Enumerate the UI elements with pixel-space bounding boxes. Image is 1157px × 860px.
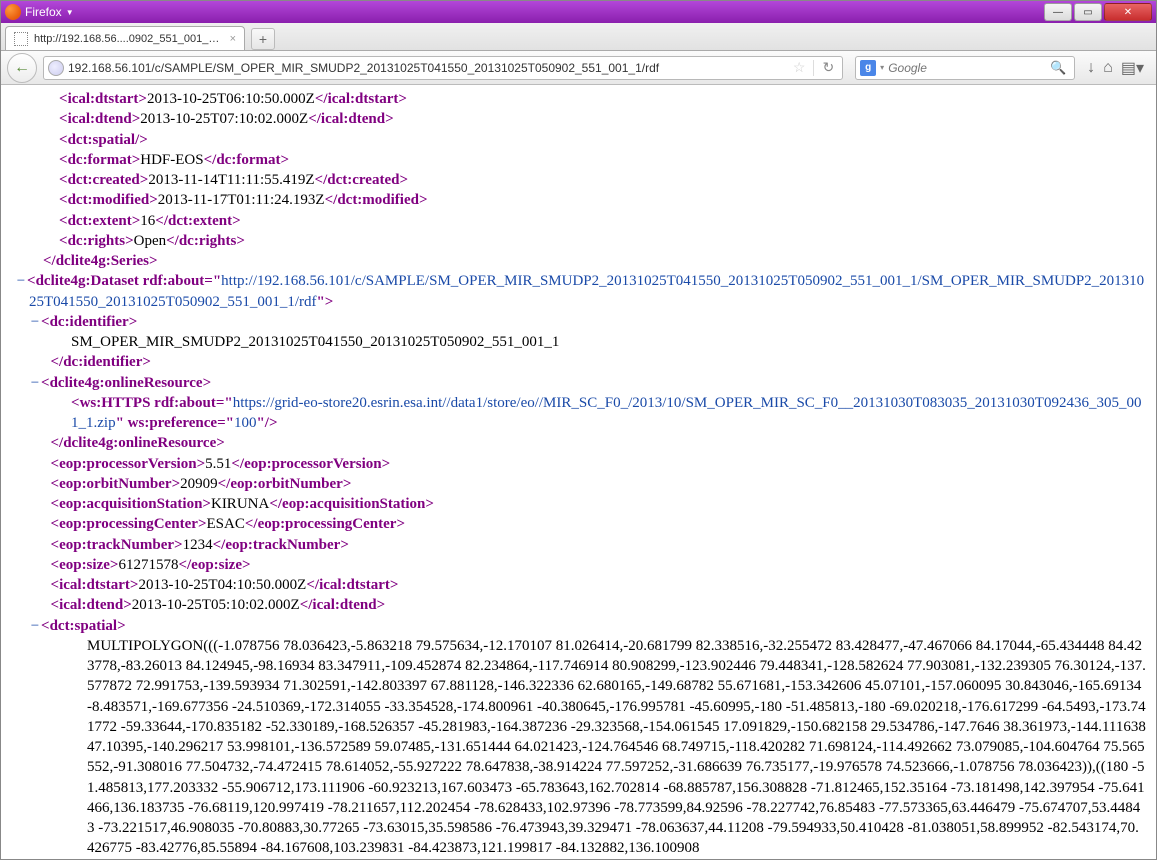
browser-tab[interactable]: http://192.168.56....0902_551_001_1/rdf … [5, 26, 245, 50]
firefox-icon [5, 4, 21, 20]
xml-line: </dc:identifier> [43, 352, 1146, 372]
xml-line: −<dct:spatial> [43, 616, 1146, 636]
xml-line: <eop:orbitNumber>20909</eop:orbitNumber> [43, 474, 1146, 494]
xml-line: </dclite4g:Series> [43, 251, 1146, 271]
xml-line: </dclite4g:onlineResource> [43, 433, 1146, 453]
url-input[interactable] [68, 61, 789, 75]
collapse-toggle[interactable]: − [29, 312, 41, 332]
xml-line: <ical:dtend>2013-10-25T05:10:02.000Z</ic… [43, 595, 1146, 615]
toolbar-icons: ↓ ⌂ ▤▾ [1081, 58, 1150, 78]
browser-window: Firefox ▼ — ▭ ✕ http://192.168.56....090… [0, 0, 1157, 860]
xml-line: <eop:processorVersion>5.51</eop:processo… [43, 454, 1146, 474]
tab-bar: http://192.168.56....0902_551_001_1/rdf … [1, 23, 1156, 51]
xml-line: <dct:modified>2013-11-17T01:11:24.193Z</… [59, 190, 1146, 210]
xml-line: <eop:acquisitionStation>KIRUNA</eop:acqu… [43, 494, 1146, 514]
reload-icon[interactable]: ↻ [822, 59, 834, 76]
collapse-toggle[interactable]: − [29, 616, 41, 636]
xml-line: <dc:format>HDF-EOS</dc:format> [59, 150, 1146, 170]
bookmarks-menu-icon[interactable]: ▤▾ [1121, 58, 1144, 78]
xml-line: <ical:dtstart>2013-10-25T06:10:50.000Z</… [59, 89, 1146, 109]
search-engine-icon[interactable]: g [860, 60, 876, 76]
xml-line: −<dc:identifier> [43, 312, 1146, 332]
search-icon[interactable]: 🔍 [1050, 60, 1066, 76]
xml-line: <dct:spatial/> [59, 130, 1146, 150]
page-content[interactable]: <ical:dtstart>2013-10-25T06:10:50.000Z</… [3, 85, 1154, 857]
url-bar[interactable]: ☆ ↻ [43, 56, 843, 80]
divider [813, 60, 814, 76]
home-icon[interactable]: ⌂ [1103, 59, 1113, 77]
search-input[interactable] [888, 61, 1046, 75]
bookmark-icon[interactable]: ☆ [793, 59, 806, 76]
collapse-toggle[interactable]: − [15, 271, 27, 291]
xml-line: <eop:trackNumber>1234</eop:trackNumber> [43, 535, 1146, 555]
titlebar[interactable]: Firefox ▼ — ▭ ✕ [1, 1, 1156, 23]
xml-line: <eop:size>61271578</eop:size> [43, 555, 1146, 575]
xml-line: <dct:created>2013-11-14T11:11:55.419Z</d… [59, 170, 1146, 190]
search-bar[interactable]: g ▾ 🔍 [855, 56, 1075, 80]
back-button[interactable]: ← [7, 53, 37, 83]
close-tab-icon[interactable]: × [230, 33, 236, 45]
xml-line: <ical:dtstart>2013-10-25T04:10:50.000Z</… [43, 575, 1146, 595]
minimize-button[interactable]: — [1044, 3, 1072, 21]
xml-line: <dc:rights>Open</dc:rights> [59, 231, 1146, 251]
navigation-bar: ← ☆ ↻ g ▾ 🔍 ↓ ⌂ ▤▾ [1, 51, 1156, 85]
tab-favicon [14, 32, 28, 46]
xml-line: −<dclite4g:Dataset rdf:about="http://192… [29, 271, 1146, 312]
xml-line: <dct:extent>16</dct:extent> [59, 211, 1146, 231]
globe-icon [48, 60, 64, 76]
xml-line: <ical:dtend>2013-10-25T07:10:02.000Z</ic… [59, 109, 1146, 129]
collapse-toggle[interactable]: − [29, 373, 41, 393]
xml-line: −<dclite4g:onlineResource> [43, 373, 1146, 393]
xml-line: <ws:HTTPS rdf:about="https://grid-eo-sto… [71, 393, 1146, 434]
new-tab-button[interactable]: + [251, 28, 275, 50]
app-name: Firefox [25, 5, 62, 19]
xml-line: SM_OPER_MIR_SMUDP2_20131025T041550_20131… [71, 332, 1146, 352]
chevron-down-icon[interactable]: ▼ [66, 8, 74, 17]
maximize-button[interactable]: ▭ [1074, 3, 1102, 21]
xml-line: MULTIPOLYGON(((-1.078756 78.036423,-5.86… [87, 636, 1146, 857]
chevron-down-icon[interactable]: ▾ [880, 63, 884, 72]
tab-label: http://192.168.56....0902_551_001_1/rdf [34, 33, 224, 45]
downloads-icon[interactable]: ↓ [1087, 59, 1095, 77]
xml-line: <eop:processingCenter>ESAC</eop:processi… [43, 514, 1146, 534]
close-button[interactable]: ✕ [1104, 3, 1152, 21]
